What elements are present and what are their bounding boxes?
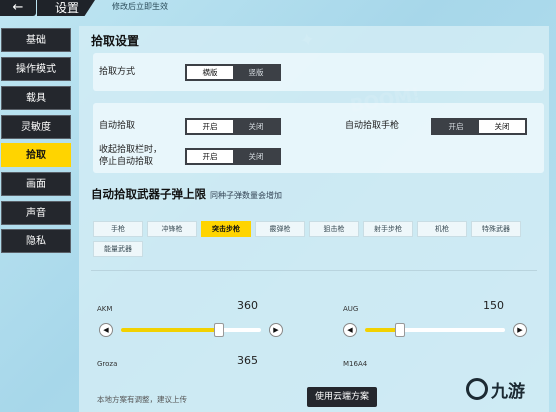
sidebar-item-basic[interactable]: 基础 — [1, 28, 71, 52]
slider-fill — [121, 328, 219, 332]
divider — [91, 270, 537, 271]
auto-pickup-card: 自动拾取 开启 关闭 自动拾取手枪 开启 关闭 收起拾取栏时， 停止自动拾取 开… — [93, 103, 544, 173]
logo-icon — [466, 378, 488, 400]
page-title: 设置 — [37, 0, 95, 16]
logo-text: 九游 — [491, 381, 525, 402]
limits-subtitle: 同种子弹数量会增加 — [210, 191, 282, 200]
tab-machine-gun[interactable]: 机枪 — [417, 221, 467, 237]
sidebar-item-controls[interactable]: 操作模式 — [1, 57, 71, 81]
collapse-stop-on[interactable]: 开启 — [187, 150, 233, 163]
auto-pickup-label: 自动拾取 — [99, 121, 136, 131]
auto-pickup-toggle[interactable]: 开启 关闭 — [185, 118, 281, 135]
tab-sniper[interactable]: 狙击枪 — [309, 221, 359, 237]
weapon-name-aug: AUG — [343, 305, 359, 313]
tab-marksman[interactable]: 射手步枪 — [363, 221, 413, 237]
auto-pickup-pistol-label: 自动拾取手枪 — [345, 121, 400, 131]
limits-section-title: 自动拾取武器子弹上限 同种子弹数量会增加 — [91, 186, 282, 202]
sidebar: 基础 操作模式 载具 灵敏度 拾取 画面 声音 隐私 — [0, 26, 72, 412]
back-button[interactable]: ← — [0, 0, 36, 16]
use-cloud-plan-button[interactable]: 使用云端方案 — [307, 387, 377, 407]
tab-assault-rifle[interactable]: 突击步枪 — [201, 221, 251, 237]
collapse-stop-label-1: 收起拾取栏时， — [99, 145, 163, 155]
header-hint: 修改后立即生效 — [112, 2, 168, 11]
settings-panel: 拾取设置 拾取方式 横版 竖版 自动拾取 开启 关闭 自动拾取手枪 开启 关闭 … — [79, 26, 549, 412]
sidebar-item-vehicle[interactable]: 载具 — [1, 86, 71, 110]
weapon-name-groza: Groza — [97, 360, 118, 368]
top-bar: ← 设置 修改后立即生效 — [0, 0, 556, 16]
back-arrow-icon: ← — [12, 0, 24, 15]
slider-track[interactable] — [365, 323, 505, 337]
tab-energy[interactable]: 能量武器 — [93, 241, 143, 257]
pickup-mode-label: 拾取方式 — [99, 67, 136, 77]
sidebar-item-privacy[interactable]: 隐私 — [1, 229, 71, 253]
weapon-name-m16a4: M16A4 — [343, 360, 368, 368]
tab-shotgun[interactable]: 霰弹枪 — [255, 221, 305, 237]
pickup-mode-horizontal[interactable]: 横版 — [187, 66, 233, 79]
tab-pistol[interactable]: 手枪 — [93, 221, 143, 237]
decrease-icon[interactable]: ◀ — [343, 323, 357, 337]
sidebar-item-graphics[interactable]: 画面 — [1, 172, 71, 196]
pickup-mode-card: 拾取方式 横版 竖版 — [93, 53, 544, 91]
sidebar-item-audio[interactable]: 声音 — [1, 201, 71, 225]
sidebar-item-pickup[interactable]: 拾取 — [1, 143, 71, 167]
auto-pickup-pistol-off[interactable]: 关闭 — [479, 120, 525, 133]
auto-pickup-pistol-toggle[interactable]: 开启 关闭 — [431, 118, 527, 135]
pickup-section-title: 拾取设置 — [91, 34, 140, 48]
limits-title-text: 自动拾取武器子弹上限 — [91, 187, 206, 201]
weapon-value-groza: 365 — [237, 354, 258, 367]
increase-icon[interactable]: ▶ — [513, 323, 527, 337]
weapon-value-akm: 360 — [237, 299, 258, 312]
slider-thumb[interactable] — [395, 323, 405, 337]
increase-icon[interactable]: ▶ — [269, 323, 283, 337]
auto-pickup-pistol-on[interactable]: 开启 — [433, 120, 479, 133]
collapse-stop-label-2: 停止自动拾取 — [99, 157, 154, 167]
watermark-logo: 九游 — [466, 374, 525, 404]
sidebar-item-sensitivity[interactable]: 灵敏度 — [1, 115, 71, 139]
collapse-stop-off[interactable]: 关闭 — [233, 150, 279, 163]
collapse-stop-toggle[interactable]: 开启 关闭 — [185, 148, 281, 165]
decrease-icon[interactable]: ◀ — [99, 323, 113, 337]
pickup-mode-toggle[interactable]: 横版 竖版 — [185, 64, 281, 81]
weapon-tabs: 手枪 冲锋枪 突击步枪 霰弹枪 狙击枪 射手步枪 机枪 特殊武器 能量武器 — [93, 221, 533, 257]
pickup-mode-vertical[interactable]: 竖版 — [233, 66, 279, 79]
slider-akm[interactable]: ◀ ▶ — [99, 323, 285, 337]
slider-track[interactable] — [121, 323, 261, 337]
local-plan-note: 本地方案有调整，建议上传 — [97, 395, 187, 404]
tab-special[interactable]: 特殊武器 — [471, 221, 521, 237]
auto-pickup-off[interactable]: 关闭 — [233, 120, 279, 133]
weapon-name-akm: AKM — [97, 305, 113, 313]
slider-thumb[interactable] — [214, 323, 224, 337]
weapon-value-aug: 150 — [483, 299, 504, 312]
auto-pickup-on[interactable]: 开启 — [187, 120, 233, 133]
tab-smg[interactable]: 冲锋枪 — [147, 221, 197, 237]
slider-aug[interactable]: ◀ ▶ — [343, 323, 529, 337]
